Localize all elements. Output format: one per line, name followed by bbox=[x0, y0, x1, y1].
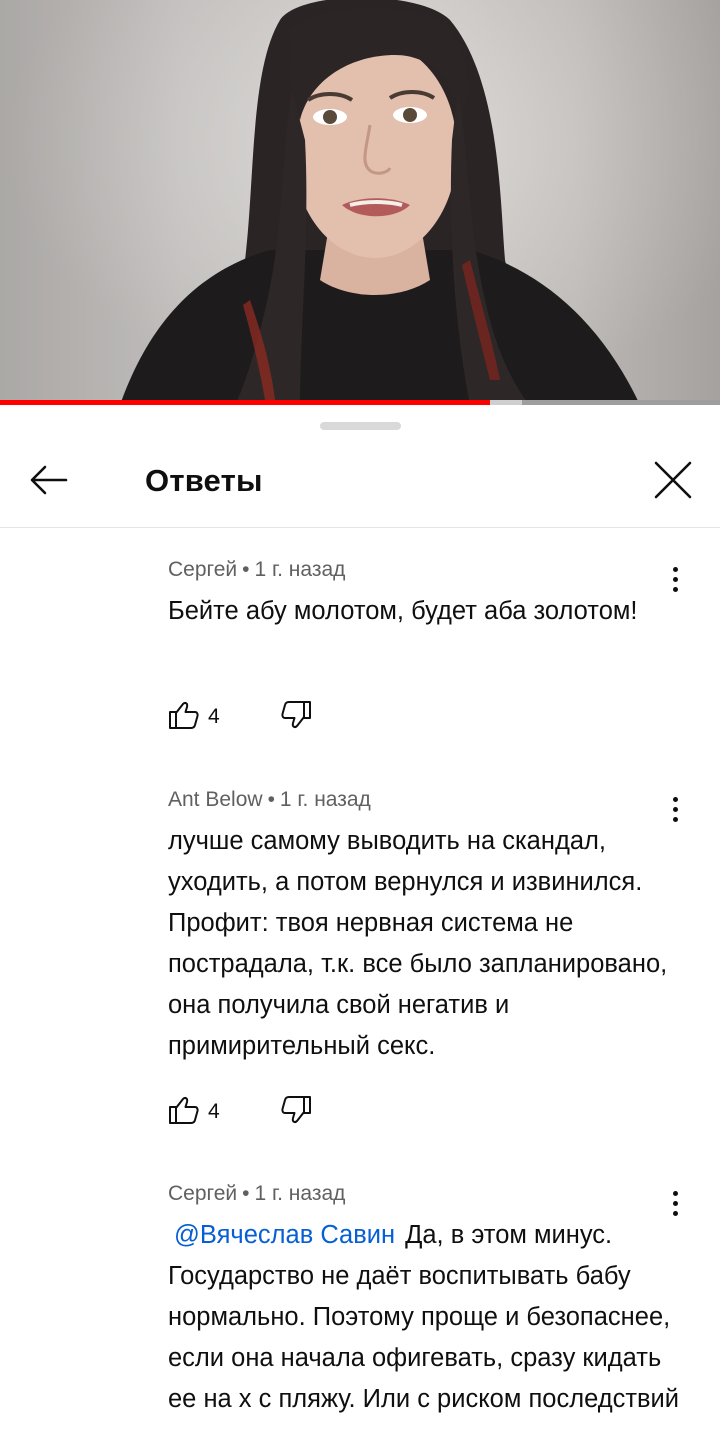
comment-text: @Вячеслав Савин Да, в этом минус. Государ… bbox=[168, 1215, 688, 1420]
arrow-left-icon bbox=[30, 465, 68, 495]
video-player[interactable] bbox=[0, 0, 720, 405]
more-vert-icon-dot bbox=[672, 1211, 678, 1216]
comment-time[interactable]: 1 г. назад bbox=[255, 1182, 346, 1205]
comment-text: Бейте абу молотом, будет аба золотом! bbox=[168, 597, 638, 625]
replies-panel: Ответы Сергей • 1 г. назад Бейте абу молот… bbox=[0, 405, 720, 1451]
comment-time[interactable]: 1 г. назад bbox=[255, 558, 346, 581]
comment-author[interactable]: Сергей bbox=[168, 558, 237, 581]
meta-separator: • bbox=[267, 788, 275, 811]
comment-actions: 4 bbox=[168, 700, 368, 734]
like-count: 4 bbox=[208, 1100, 220, 1123]
comment-meta: Сергей • 1 г. назад bbox=[168, 1181, 688, 1207]
comment-text-body: Да, в этом минус. Государство не даёт во… bbox=[168, 1221, 680, 1413]
comment-author[interactable]: Сергей bbox=[168, 1182, 237, 1205]
more-vert-icon-dot bbox=[672, 1201, 678, 1206]
panel-title: Ответы bbox=[145, 463, 263, 498]
comment-meta: Сергей • 1 г. назад bbox=[168, 557, 688, 583]
comment-more-button[interactable] bbox=[670, 567, 680, 597]
like-count: 4 bbox=[208, 705, 220, 728]
thumb-down-icon bbox=[281, 701, 311, 728]
more-vert-icon-dot bbox=[672, 817, 678, 822]
meta-separator: • bbox=[242, 558, 250, 581]
dislike-button[interactable] bbox=[280, 1095, 312, 1125]
thumb-up-icon bbox=[169, 1097, 199, 1124]
comment-more-button[interactable] bbox=[670, 1191, 680, 1221]
drag-handle[interactable] bbox=[320, 422, 401, 430]
comment-time[interactable]: 1 г. назад bbox=[280, 788, 371, 811]
more-vert-icon-dot bbox=[672, 587, 678, 592]
comment-author[interactable]: Ant Below bbox=[168, 788, 263, 811]
like-button[interactable] bbox=[168, 700, 200, 730]
thumb-up-icon bbox=[169, 702, 199, 729]
comment-meta: Ant Below • 1 г. назад bbox=[168, 787, 688, 813]
user-mention-link[interactable]: @Вячеслав Савин bbox=[174, 1221, 395, 1249]
replies-header: Ответы bbox=[0, 441, 720, 528]
like-button[interactable] bbox=[168, 1095, 200, 1125]
more-vert-icon bbox=[672, 567, 678, 572]
comment-text: лучше самому выводить на скандал, уходит… bbox=[168, 827, 668, 1060]
close-icon bbox=[654, 461, 692, 499]
dislike-button[interactable] bbox=[280, 700, 312, 730]
thumb-down-icon bbox=[281, 1096, 311, 1123]
meta-separator: • bbox=[242, 1182, 250, 1205]
comment-more-button[interactable] bbox=[670, 797, 680, 827]
close-button[interactable] bbox=[650, 457, 696, 503]
video-frame-person bbox=[120, 0, 640, 405]
comment-actions: 4 bbox=[168, 1095, 368, 1129]
back-button[interactable] bbox=[26, 457, 72, 503]
comment-item: Сергей • 1 г. назад @Вячеслав Савин Да, в э… bbox=[168, 1181, 688, 1420]
more-vert-icon-dot bbox=[672, 577, 678, 582]
more-vert-icon-dot bbox=[672, 807, 678, 812]
comment-item: Ant Below • 1 г. назад лучше самому выводи… bbox=[168, 787, 688, 1124]
comment-item: Сергей • 1 г. назад Бейте абу молотом, буд… bbox=[168, 557, 688, 729]
more-vert-icon bbox=[672, 1191, 678, 1196]
more-vert-icon bbox=[672, 797, 678, 802]
